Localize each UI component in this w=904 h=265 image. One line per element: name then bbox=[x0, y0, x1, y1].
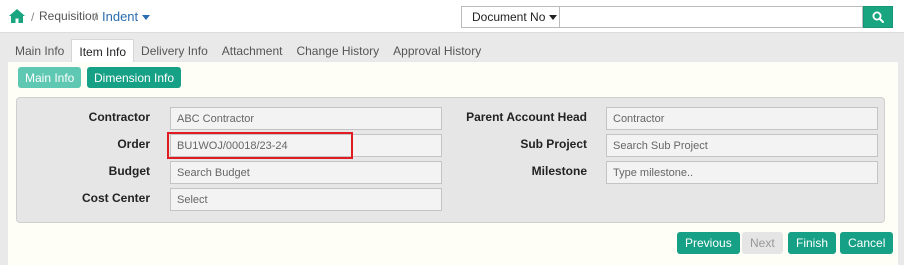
order-label: Order bbox=[117, 137, 150, 151]
search-filter-select[interactable]: Document No bbox=[461, 6, 559, 28]
contractor-label: Contractor bbox=[88, 110, 150, 124]
budget-field[interactable]: Search Budget bbox=[170, 161, 442, 184]
top-bar: / Requisition / Indent Document No bbox=[0, 0, 904, 33]
breadcrumb-indent-dropdown[interactable]: Indent bbox=[102, 9, 151, 24]
search-group: Document No bbox=[461, 6, 893, 28]
tab-change-history[interactable]: Change History bbox=[289, 39, 386, 63]
tab-main-info[interactable]: Main Info bbox=[8, 39, 71, 63]
tab-item-info[interactable]: Item Info bbox=[71, 39, 135, 63]
milestone-label: Milestone bbox=[531, 164, 587, 178]
parent-account-head-label: Parent Account Head bbox=[466, 110, 587, 124]
previous-button[interactable]: Previous bbox=[677, 232, 740, 254]
breadcrumb-separator: / bbox=[31, 10, 35, 24]
chevron-down-icon bbox=[142, 15, 151, 21]
home-icon[interactable] bbox=[9, 9, 25, 23]
search-button[interactable] bbox=[863, 6, 893, 28]
search-filter-label: Document No bbox=[472, 10, 546, 24]
subtab-dimension-info[interactable]: Dimension Info bbox=[87, 67, 182, 88]
chevron-down-icon bbox=[549, 14, 558, 20]
sub-project-field[interactable]: Search Sub Project bbox=[606, 134, 878, 157]
tab-delivery-info[interactable]: Delivery Info bbox=[134, 39, 215, 63]
search-icon bbox=[872, 11, 884, 23]
contractor-field[interactable]: ABC Contractor bbox=[170, 107, 442, 130]
subtab-main-info[interactable]: Main Info bbox=[18, 67, 82, 88]
cost-center-select[interactable]: Select bbox=[170, 188, 442, 211]
breadcrumb-separator: / bbox=[94, 10, 98, 24]
tab-attachment[interactable]: Attachment bbox=[215, 39, 290, 63]
sub-project-label: Sub Project bbox=[520, 137, 587, 151]
tab-approval-history[interactable]: Approval History bbox=[386, 39, 488, 63]
cancel-button[interactable]: Cancel bbox=[840, 232, 894, 254]
tab-bar: Main Info Item Info Delivery Info Attach… bbox=[8, 39, 488, 63]
next-button[interactable]: Next bbox=[742, 232, 783, 254]
form-box: Contractor ABC Contractor Order BU1WOJ/0… bbox=[16, 97, 885, 223]
breadcrumb-indent-label: Indent bbox=[102, 9, 139, 24]
highlight-box bbox=[167, 132, 353, 159]
finish-button[interactable]: Finish bbox=[788, 232, 837, 254]
breadcrumb-requisition[interactable]: Requisition bbox=[39, 9, 98, 23]
parent-account-head-field[interactable]: Contractor bbox=[606, 107, 878, 130]
cost-center-label: Cost Center bbox=[81, 191, 150, 205]
milestone-field[interactable]: Type milestone.. bbox=[606, 161, 878, 184]
budget-label: Budget bbox=[108, 164, 150, 178]
search-input[interactable] bbox=[559, 6, 863, 28]
item-info-panel: Main Info Dimension Info Contractor ABC … bbox=[8, 62, 898, 265]
